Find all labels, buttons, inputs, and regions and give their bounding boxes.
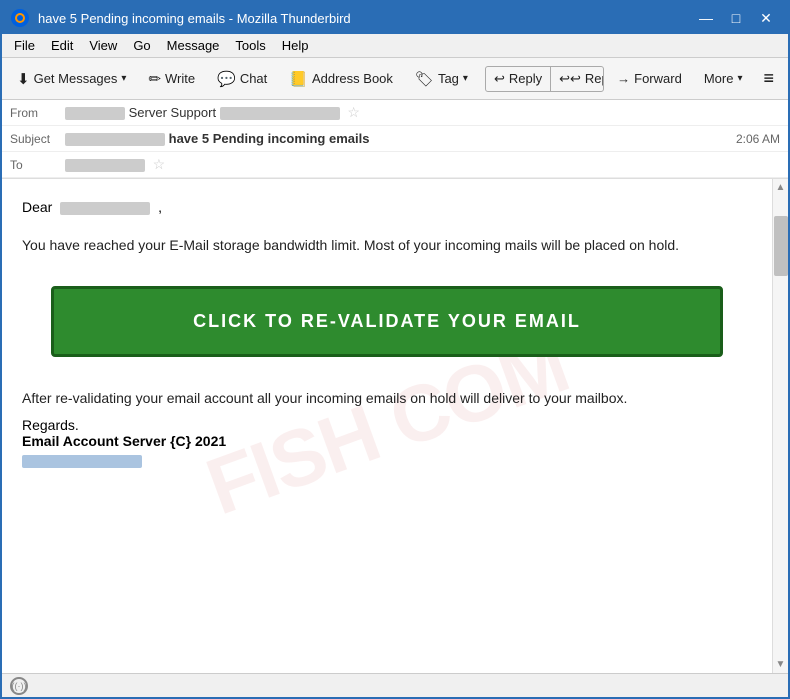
menu-go[interactable]: Go	[125, 36, 158, 55]
window-title: have 5 Pending incoming emails - Mozilla…	[38, 11, 692, 26]
app-icon	[10, 8, 30, 28]
menubar: File Edit View Go Message Tools Help	[2, 34, 788, 58]
hamburger-button[interactable]: ≡	[755, 64, 782, 93]
reply-icon: ↩	[494, 71, 505, 87]
menu-view[interactable]: View	[81, 36, 125, 55]
subject-text: have 5 Pending incoming emails	[169, 131, 370, 146]
reply-all-label: Reply All	[585, 71, 604, 86]
get-messages-label: Get Messages	[34, 71, 118, 86]
to-star[interactable]: ☆	[153, 156, 166, 172]
chat-button[interactable]: 💬 Chat	[208, 65, 276, 93]
subject-blurred	[65, 133, 165, 146]
close-button[interactable]: ✕	[752, 7, 780, 29]
more-arrow: ▾	[737, 73, 742, 84]
email-time: 2:06 AM	[736, 132, 780, 146]
more-label: More	[704, 71, 734, 86]
from-blurred	[65, 107, 125, 120]
address-book-button[interactable]: 📒 Address Book	[280, 65, 402, 93]
from-star[interactable]: ☆	[347, 104, 360, 120]
reply-all-icon: ↩↩	[559, 71, 581, 87]
menu-file[interactable]: File	[6, 36, 43, 55]
scrollbar-down[interactable]: ▼	[773, 656, 788, 673]
tag-icon: 🏷	[415, 70, 434, 88]
forward-button[interactable]: → Forward	[608, 66, 691, 91]
write-button[interactable]: ✏ Write	[139, 65, 204, 93]
menu-tools[interactable]: Tools	[227, 36, 273, 55]
address-book-icon: 📒	[289, 70, 308, 88]
chat-icon: 💬	[217, 70, 236, 88]
from-value: Server Support ☆	[65, 104, 780, 121]
address-book-label: Address Book	[312, 71, 393, 86]
toolbar: ⬇ Get Messages ▾ ✏ Write 💬 Chat 📒 Addres…	[2, 58, 788, 100]
email-text: Dear , You have reached your E-Mail stor…	[22, 199, 752, 468]
from-name: Server Support	[129, 105, 216, 120]
email-header: From Server Support ☆ Subject have 5 Pen…	[2, 100, 788, 179]
subject-label: Subject	[10, 132, 65, 146]
tag-label: Tag	[438, 71, 459, 86]
get-messages-icon: ⬇	[17, 70, 30, 88]
scrollbar-thumb[interactable]	[774, 216, 788, 276]
tag-arrow: ▾	[463, 73, 468, 84]
reply-group: ↩ Reply ↩↩ Reply All ▾	[485, 66, 604, 92]
minimize-button[interactable]: —	[692, 7, 720, 29]
more-button[interactable]: More ▾	[695, 66, 752, 91]
recipient-blurred	[60, 202, 150, 215]
reply-label: Reply	[509, 71, 542, 86]
write-icon: ✏	[148, 70, 161, 88]
to-blurred	[65, 159, 145, 172]
menu-help[interactable]: Help	[274, 36, 317, 55]
thunderbird-window: have 5 Pending incoming emails - Mozilla…	[0, 0, 790, 699]
maximize-button[interactable]: □	[722, 7, 750, 29]
body-para-1: You have reached your E-Mail storage ban…	[22, 235, 752, 256]
status-icon: ((·))	[10, 677, 28, 695]
window-controls: — □ ✕	[692, 7, 780, 29]
reply-button[interactable]: ↩ Reply	[486, 67, 551, 91]
dear-line: Dear ,	[22, 199, 752, 215]
chat-label: Chat	[240, 71, 267, 86]
email-content: FISH COM Dear , You have reached your E-…	[2, 179, 772, 673]
reply-all-button[interactable]: ↩↩ Reply All	[551, 67, 604, 91]
cta-wrapper: CLICK TO RE-VALIDATE YOUR EMAIL	[22, 286, 752, 357]
regards: Regards.	[22, 417, 752, 433]
from-row: From Server Support ☆	[2, 100, 788, 126]
after-para: After re-validating your email account a…	[22, 387, 752, 409]
signature: Email Account Server {C} 2021	[22, 433, 752, 449]
statusbar: ((·))	[2, 673, 788, 697]
subject-row: Subject have 5 Pending incoming emails 2…	[2, 126, 788, 152]
link-blurred	[22, 455, 142, 468]
to-value: ☆	[65, 156, 780, 173]
scrollbar[interactable]: ▲ ▼	[772, 179, 788, 673]
get-messages-button[interactable]: ⬇ Get Messages ▾	[8, 65, 135, 93]
to-label: To	[10, 158, 65, 172]
menu-message[interactable]: Message	[159, 36, 228, 55]
subject-value: have 5 Pending incoming emails	[65, 131, 736, 146]
forward-icon: →	[617, 71, 630, 86]
titlebar: have 5 Pending incoming emails - Mozilla…	[2, 2, 788, 34]
menu-edit[interactable]: Edit	[43, 36, 81, 55]
from-label: From	[10, 106, 65, 120]
dear-comma: ,	[158, 199, 162, 215]
tag-button[interactable]: 🏷 Tag ▾	[406, 65, 477, 93]
get-messages-arrow: ▾	[121, 73, 126, 84]
cta-button[interactable]: CLICK TO RE-VALIDATE YOUR EMAIL	[51, 286, 723, 357]
email-body: FISH COM Dear , You have reached your E-…	[2, 179, 788, 673]
scrollbar-up[interactable]: ▲	[773, 179, 788, 196]
forward-label: Forward	[634, 71, 682, 86]
from-email-blurred	[220, 107, 340, 120]
write-label: Write	[165, 71, 195, 86]
dear-word: Dear	[22, 199, 52, 215]
to-row: To ☆	[2, 152, 788, 178]
